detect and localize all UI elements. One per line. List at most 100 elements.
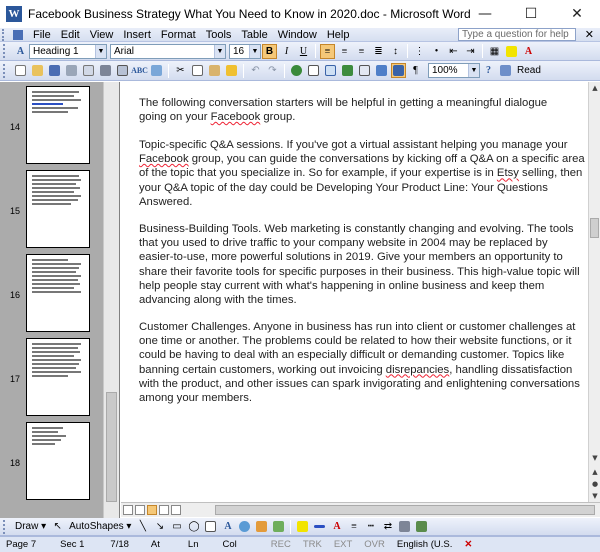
fill-color-icon[interactable] — [295, 519, 310, 534]
previous-page-icon[interactable]: ▲ — [589, 466, 600, 478]
format-painter-icon[interactable] — [224, 63, 239, 78]
arrow-style-icon[interactable]: ⇄ — [380, 519, 395, 534]
scroll-down-icon[interactable]: ▼ — [589, 452, 600, 464]
document-map-icon[interactable] — [391, 63, 406, 78]
read-button[interactable]: Read — [514, 65, 544, 76]
normal-view-icon[interactable] — [123, 505, 133, 515]
copy-icon[interactable] — [190, 63, 205, 78]
document-paragraph[interactable]: The following conversation starters will… — [139, 96, 571, 124]
toolbar-grip[interactable] — [3, 63, 9, 78]
justify-icon[interactable]: ≣ — [371, 44, 386, 59]
arrow-icon[interactable]: ↘ — [152, 519, 167, 534]
tables-borders-icon[interactable] — [306, 63, 321, 78]
draw-menu-button[interactable]: Draw ▾ — [12, 521, 49, 532]
undo-icon[interactable]: ↶ — [248, 63, 263, 78]
font-color-icon[interactable]: A — [521, 44, 536, 59]
open-icon[interactable] — [30, 63, 45, 78]
drawing-icon[interactable] — [374, 63, 389, 78]
print-preview-icon[interactable] — [115, 63, 130, 78]
scrollbar-thumb[interactable] — [215, 505, 595, 515]
style-dropdown[interactable]: Heading 1 ▼ — [29, 43, 107, 59]
close-document-icon[interactable]: ✕ — [585, 28, 594, 41]
help-icon[interactable]: ? — [481, 63, 496, 78]
document-paragraph[interactable]: Customer Challenges. Anyone in business … — [139, 320, 580, 405]
line-style-icon[interactable]: ≡ — [346, 519, 361, 534]
styles-pane-icon[interactable]: A — [13, 44, 28, 59]
document-paragraph[interactable]: Topic-specific Q&A sessions. If you've g… — [139, 138, 585, 209]
menu-file[interactable]: File — [28, 28, 56, 42]
toolbar-grip[interactable] — [3, 44, 9, 58]
select-browse-object-icon[interactable]: ● — [589, 478, 600, 490]
status-track-changes[interactable]: TRK — [297, 539, 328, 550]
toolbar-grip[interactable] — [2, 28, 10, 41]
shadow-style-icon[interactable] — [397, 519, 412, 534]
research-icon[interactable] — [149, 63, 164, 78]
line-icon[interactable]: ╲ — [135, 519, 150, 534]
thumbnail-page[interactable]: 17 — [0, 336, 104, 416]
borders-icon[interactable]: ▦ — [487, 44, 502, 59]
insert-table-icon[interactable] — [323, 63, 338, 78]
3d-style-icon[interactable] — [414, 519, 429, 534]
thumbnail-page[interactable]: 14 — [0, 84, 104, 164]
document-paragraph[interactable]: Business-Building Tools. Web marketing i… — [139, 222, 580, 307]
document-page[interactable]: The following conversation starters will… — [121, 82, 588, 502]
scrollbar-track[interactable] — [185, 504, 596, 516]
spelling-icon[interactable]: ABC — [131, 63, 148, 78]
permission-icon[interactable] — [64, 63, 79, 78]
diagram-icon[interactable] — [237, 519, 252, 534]
font-size-dropdown[interactable]: 16 ▼ — [229, 43, 261, 59]
line-spacing-icon[interactable]: ↕ — [388, 44, 403, 59]
web-view-icon[interactable] — [135, 505, 145, 515]
horizontal-scrollbar[interactable] — [121, 502, 600, 517]
bold-button[interactable]: B — [262, 43, 277, 59]
maximize-button[interactable]: ☐ — [508, 0, 554, 28]
clip-art-icon[interactable] — [254, 519, 269, 534]
numbering-icon[interactable]: ⋮ — [412, 44, 427, 59]
italic-button[interactable]: I — [279, 44, 294, 59]
status-language[interactable]: English (U.S. — [391, 539, 458, 550]
text-box-icon[interactable] — [203, 519, 218, 534]
font-dropdown[interactable]: Arial ▼ — [110, 43, 226, 59]
zoom-dropdown[interactable]: 100% ▼ — [428, 63, 480, 78]
question-help-input[interactable]: Type a question for help — [458, 28, 576, 41]
highlight-icon[interactable] — [504, 44, 519, 59]
paste-icon[interactable] — [207, 63, 222, 78]
new-document-icon[interactable] — [13, 63, 28, 78]
wordart-icon[interactable]: A — [220, 519, 235, 534]
read-mode-icon[interactable] — [498, 63, 513, 78]
bullets-icon[interactable]: • — [429, 44, 444, 59]
save-icon[interactable] — [47, 63, 62, 78]
menu-tools[interactable]: Tools — [201, 28, 237, 42]
cut-icon[interactable]: ✂ — [173, 63, 188, 78]
font-color-draw-icon[interactable]: A — [329, 519, 344, 534]
hyperlink-icon[interactable] — [289, 63, 304, 78]
align-left-icon[interactable]: ≡ — [320, 43, 335, 59]
thumbnails-scrollbar[interactable] — [103, 82, 119, 518]
vertical-scrollbar[interactable]: ▲ ▼ ▲ ● ▼ — [588, 82, 600, 502]
menu-view[interactable]: View — [85, 28, 119, 42]
redo-icon[interactable]: ↷ — [265, 63, 280, 78]
align-center-icon[interactable]: ≡ — [337, 44, 352, 59]
status-extend-selection[interactable]: EXT — [328, 539, 358, 550]
outline-view-icon[interactable] — [159, 505, 169, 515]
menu-table[interactable]: Table — [236, 28, 272, 42]
status-overtype[interactable]: OVR — [358, 539, 391, 550]
scrollbar-thumb[interactable] — [590, 218, 599, 238]
menu-help[interactable]: Help — [322, 28, 355, 42]
autoshapes-menu-button[interactable]: AutoShapes ▾ — [66, 521, 134, 532]
oval-icon[interactable]: ◯ — [186, 519, 201, 534]
menu-insert[interactable]: Insert — [118, 28, 156, 42]
spelling-status-icon[interactable]: ✕ — [458, 539, 478, 550]
columns-icon[interactable] — [357, 63, 372, 78]
document-icon[interactable] — [13, 29, 23, 40]
thumbnail-page[interactable]: 18 — [0, 420, 104, 500]
thumbnail-page[interactable]: 15 — [0, 168, 104, 248]
next-page-icon[interactable]: ▼ — [589, 490, 600, 502]
thumbnail-page[interactable]: 16 — [0, 252, 104, 332]
print-layout-view-icon[interactable] — [147, 505, 157, 515]
print-icon[interactable] — [98, 63, 113, 78]
insert-excel-icon[interactable] — [340, 63, 355, 78]
reading-view-icon[interactable] — [171, 505, 181, 515]
scrollbar-thumb[interactable] — [106, 392, 117, 502]
increase-indent-icon[interactable]: ⇥ — [463, 44, 478, 59]
